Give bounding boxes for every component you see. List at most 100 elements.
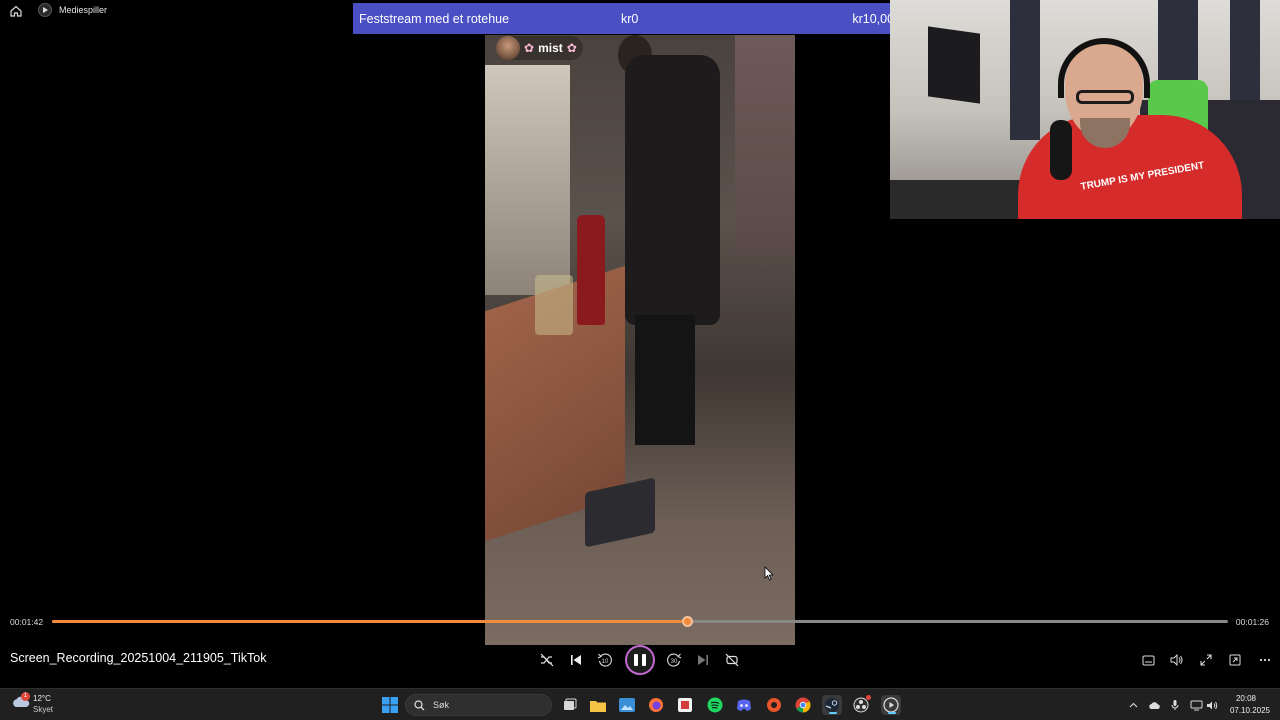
donation-title: Feststream med et rotehue bbox=[359, 11, 510, 26]
video-scene-person bbox=[625, 55, 720, 325]
video-frame[interactable] bbox=[485, 35, 795, 645]
clock-time[interactable]: 20:08 bbox=[1236, 694, 1256, 703]
headset-icon bbox=[1058, 38, 1150, 98]
onedrive-button[interactable] bbox=[1147, 698, 1161, 712]
steam-icon bbox=[825, 698, 839, 712]
tiktok-username: mist bbox=[538, 41, 563, 55]
active-indicator bbox=[829, 712, 837, 714]
home-icon[interactable] bbox=[9, 4, 23, 18]
speaker-icon bbox=[1206, 701, 1217, 709]
task-view-button[interactable] bbox=[560, 695, 580, 715]
cloud-icon bbox=[1148, 701, 1160, 709]
rewind-icon: 10 bbox=[597, 653, 612, 667]
pause-icon bbox=[634, 654, 638, 666]
media-player-taskbar-button[interactable] bbox=[881, 695, 901, 715]
chevron-up-icon bbox=[1129, 702, 1137, 708]
active-indicator bbox=[888, 712, 896, 714]
flower-icon: ✿ bbox=[524, 41, 535, 55]
discord-button[interactable] bbox=[734, 695, 754, 715]
mouse-cursor-icon bbox=[764, 566, 774, 581]
seek-track[interactable] bbox=[52, 616, 1228, 627]
shuffle-off-icon bbox=[540, 653, 554, 667]
folder-icon bbox=[590, 700, 606, 712]
pause-icon-bar bbox=[642, 654, 646, 666]
avatar bbox=[496, 36, 520, 60]
microphone-tray-button[interactable] bbox=[1168, 698, 1182, 712]
rewind-button[interactable]: 10 bbox=[596, 651, 614, 669]
webcam-curtain bbox=[1010, 0, 1040, 140]
taskbar-search[interactable]: Søk bbox=[405, 694, 552, 716]
photos-app-button[interactable] bbox=[617, 695, 637, 715]
forward-icon: 30 bbox=[667, 653, 682, 667]
more-options-button[interactable] bbox=[1256, 651, 1274, 669]
spotify-icon bbox=[707, 697, 723, 713]
capture-app-button[interactable] bbox=[675, 695, 695, 715]
video-scene-wall bbox=[485, 65, 570, 295]
chrome-icon bbox=[795, 697, 811, 713]
previous-icon bbox=[571, 655, 581, 665]
repeat-button[interactable] bbox=[723, 651, 741, 669]
repeat-off-icon bbox=[725, 653, 739, 667]
photos-icon bbox=[619, 698, 635, 712]
webcam-tv bbox=[928, 26, 980, 104]
svg-text:10: 10 bbox=[602, 659, 609, 665]
firefox-icon bbox=[649, 698, 663, 712]
next-icon bbox=[698, 655, 708, 665]
window-title: Mediespiller bbox=[59, 5, 108, 15]
more-icon bbox=[1259, 658, 1271, 662]
network-button[interactable] bbox=[1189, 698, 1203, 712]
pause-button[interactable] bbox=[625, 645, 655, 675]
recording-badge bbox=[866, 695, 871, 700]
video-scene-door bbox=[735, 35, 795, 255]
next-button[interactable] bbox=[694, 651, 712, 669]
weather-alert-badge: 1 bbox=[21, 692, 30, 701]
clock-date[interactable]: 07.10.2025 bbox=[1230, 706, 1270, 715]
media-player-icon bbox=[883, 697, 899, 713]
weather-description[interactable]: Skyet bbox=[33, 705, 53, 714]
steam-button[interactable] bbox=[822, 695, 842, 715]
flower-icon: ✿ bbox=[566, 41, 577, 55]
windows-logo-icon bbox=[382, 697, 398, 713]
search-placeholder: Søk bbox=[433, 700, 450, 710]
volume-icon bbox=[1170, 654, 1183, 666]
origin-app-button[interactable] bbox=[764, 695, 784, 715]
video-scene-person-legs bbox=[635, 315, 695, 445]
seek-bar: 00:01:42 00:01:26 bbox=[0, 612, 1280, 632]
volume-button[interactable] bbox=[1168, 651, 1186, 669]
media-filename: Screen_Recording_20251004_211905_TikTok bbox=[10, 651, 267, 665]
firefox-button[interactable] bbox=[646, 695, 666, 715]
elapsed-time: 00:01:42 bbox=[10, 617, 44, 627]
tiktok-user-tag: ✿ mist ✿ bbox=[496, 36, 583, 60]
origin-icon bbox=[767, 698, 781, 712]
microphone-icon bbox=[1050, 120, 1072, 180]
remaining-time: 00:01:26 bbox=[1235, 617, 1269, 627]
webcam-overlay: TRUMP IS MY PRESIDENT bbox=[890, 0, 1280, 219]
seek-thumb[interactable] bbox=[682, 616, 694, 627]
seek-progress bbox=[52, 620, 688, 623]
previous-button[interactable] bbox=[567, 651, 585, 669]
svg-text:30: 30 bbox=[671, 659, 678, 665]
shuffle-button[interactable] bbox=[538, 651, 556, 669]
windows-taskbar: 1 12°C Skyet Søk 20:08 07.10.2025 bbox=[0, 688, 1280, 720]
chrome-button[interactable] bbox=[793, 695, 813, 715]
mini-player-icon bbox=[1229, 654, 1241, 666]
fullscreen-button[interactable] bbox=[1197, 651, 1215, 669]
network-icon bbox=[1190, 700, 1202, 710]
media-player-app-icon bbox=[38, 3, 52, 17]
weather-temperature[interactable]: 12°C bbox=[33, 694, 51, 703]
spotify-button[interactable] bbox=[705, 695, 725, 715]
video-scene-bottle bbox=[577, 215, 605, 325]
search-icon bbox=[414, 699, 425, 710]
task-view-icon bbox=[564, 698, 577, 710]
captions-button[interactable] bbox=[1139, 651, 1157, 669]
obs-button[interactable] bbox=[851, 695, 871, 715]
volume-tray-button[interactable] bbox=[1205, 698, 1219, 712]
discord-icon bbox=[737, 699, 751, 711]
mini-player-button[interactable] bbox=[1226, 651, 1244, 669]
forward-button[interactable]: 30 bbox=[665, 651, 683, 669]
start-button[interactable] bbox=[380, 695, 400, 715]
file-explorer-button[interactable] bbox=[588, 695, 608, 715]
microphone-icon bbox=[1171, 700, 1179, 710]
show-hidden-icons-button[interactable] bbox=[1126, 698, 1140, 712]
donation-goal-bar: Feststream med et rotehue kr0 kr10,000 bbox=[353, 3, 907, 34]
